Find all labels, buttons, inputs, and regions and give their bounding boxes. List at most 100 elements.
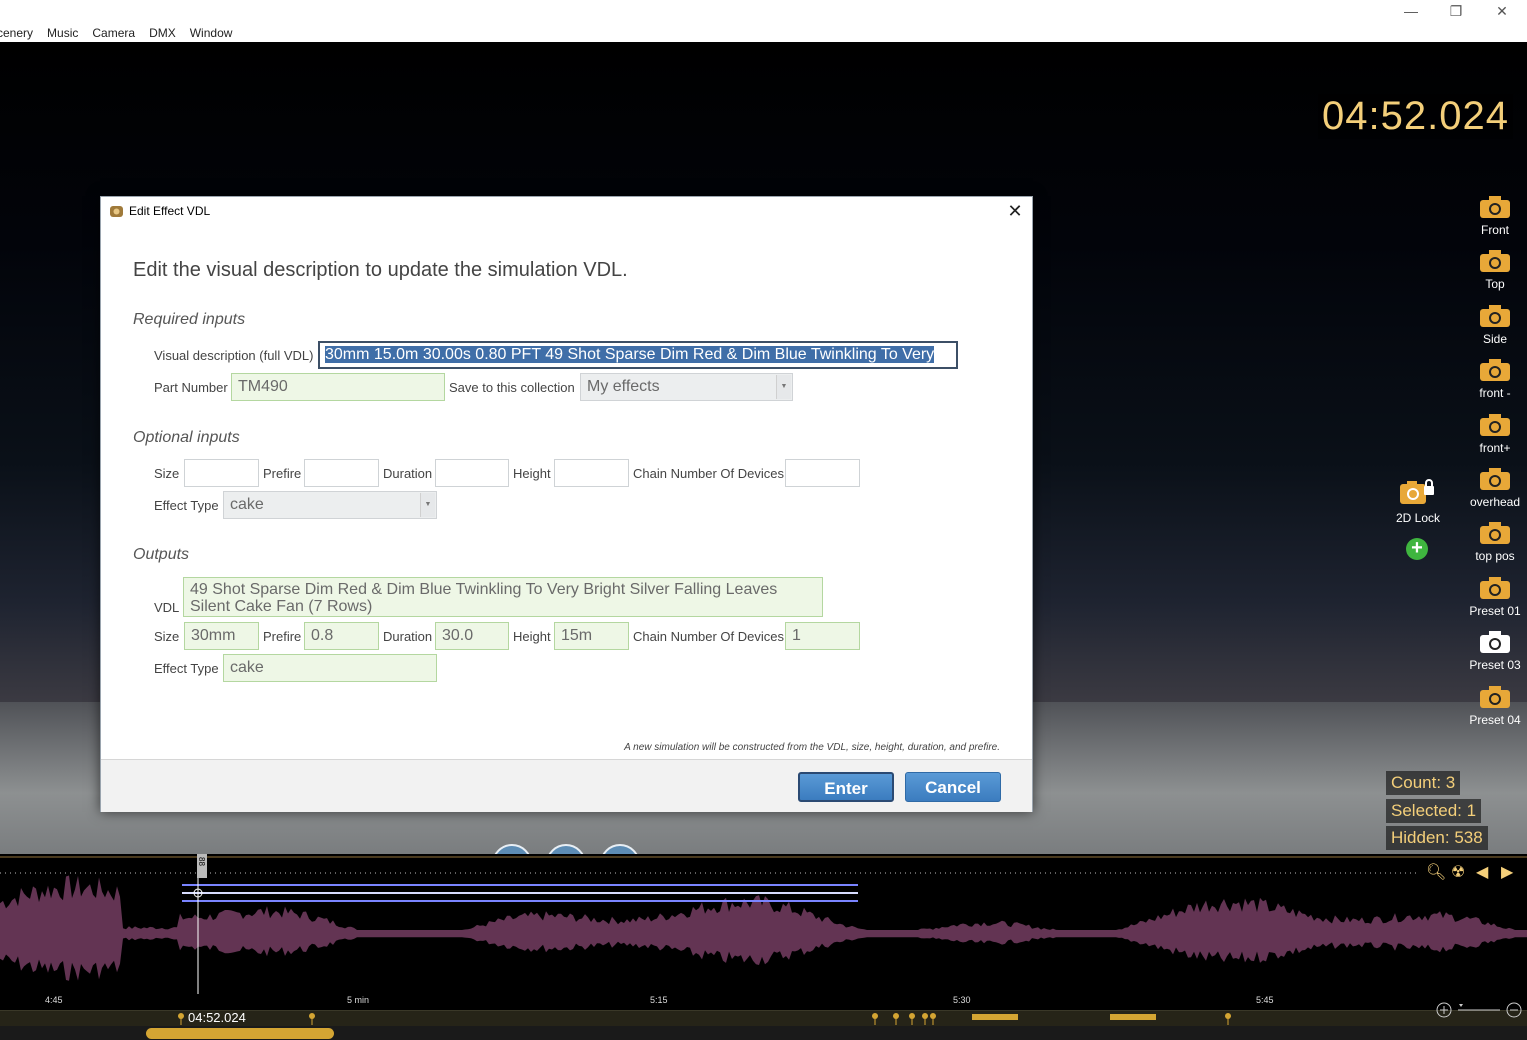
effect-type-label: Effect Type: [154, 661, 219, 676]
tick-label: 5:45: [1256, 995, 1274, 1005]
close-icon[interactable]: ✕: [1004, 201, 1026, 223]
cancel-button[interactable]: Cancel: [905, 772, 1001, 802]
menu-music[interactable]: Music: [40, 24, 85, 42]
height-label: Height: [513, 466, 551, 481]
2d-lock-label: 2D Lock: [1395, 511, 1441, 525]
camera-icon: [1480, 631, 1510, 654]
camera-preset-preset-03[interactable]: Preset 03: [1465, 629, 1525, 672]
menu-scenery[interactable]: cenery: [0, 24, 40, 42]
camera-preset-overhead[interactable]: overhead: [1465, 466, 1525, 509]
camera-preset-front[interactable]: front+: [1465, 412, 1525, 455]
menu-bar: cenery Music Camera DMX Window: [0, 24, 239, 42]
camera-icon: [1480, 522, 1510, 545]
zoom-icon[interactable]: 🔍︎: [1426, 862, 1446, 882]
chain-label: Chain Number Of Devices: [633, 629, 784, 644]
chevron-down-icon: ▼: [420, 493, 435, 517]
selected-readout: Selected: 1: [1386, 799, 1482, 823]
output-height-field[interactable]: 15m: [554, 622, 629, 650]
tick-label: 5:30: [953, 995, 971, 1005]
camera-preset-label: front+: [1479, 440, 1511, 455]
collection-select[interactable]: My effects ▼: [580, 373, 793, 401]
2d-lock-camera[interactable]: 2D Lock: [1390, 478, 1446, 525]
output-prefire-field[interactable]: 0.8: [304, 622, 379, 650]
output-duration-field[interactable]: 30.0: [435, 622, 509, 650]
prev-arrow-icon[interactable]: ◀: [1476, 862, 1488, 882]
output-chain-field[interactable]: 1: [785, 622, 860, 650]
menu-dmx[interactable]: DMX: [142, 24, 183, 42]
optional-size-input[interactable]: [184, 459, 259, 487]
output-effect-type-field[interactable]: cake: [223, 654, 437, 682]
camera-preset-label: Preset 04: [1469, 712, 1521, 727]
menu-camera[interactable]: Camera: [85, 24, 142, 42]
dialog-title: Edit Effect VDL: [129, 204, 211, 218]
chain-label: Chain Number Of Devices: [633, 466, 784, 481]
camera-preset-label: overhead: [1469, 495, 1521, 509]
minimize-button[interactable]: —: [1388, 0, 1434, 22]
camera-preset-side[interactable]: Side: [1465, 303, 1525, 346]
dialog-footer: Enter Cancel: [101, 759, 1032, 812]
optional-duration-input[interactable]: [435, 459, 509, 487]
effect-marker-label[interactable]: 88: [197, 857, 206, 866]
required-inputs-title: Required inputs: [133, 311, 246, 328]
vdl-label: VDL: [154, 600, 180, 615]
effect-type-value: cake: [230, 496, 264, 513]
size-label: Size: [154, 466, 180, 481]
camera-preset-label: top pos: [1475, 549, 1515, 564]
add-camera-button[interactable]: +: [1406, 538, 1428, 560]
scrollbar-thumb[interactable]: [146, 1028, 334, 1039]
size-label: Size: [154, 629, 180, 644]
app-icon: [110, 206, 123, 217]
camera-preset-top-pos[interactable]: top pos: [1465, 520, 1525, 563]
optional-height-input[interactable]: [554, 459, 629, 487]
camera-preset-label: front -: [1479, 386, 1511, 401]
part-number-input[interactable]: TM490: [231, 373, 445, 401]
prefire-label: Prefire: [263, 466, 302, 481]
camera-preset-preset-04[interactable]: Preset 04: [1465, 684, 1525, 727]
camera-icon: [1480, 576, 1510, 599]
count-readout: Count: 3: [1386, 771, 1461, 795]
camera-preset-label: Top: [1485, 277, 1505, 292]
tick-label: 5:15: [650, 995, 668, 1005]
edit-effect-vdl-dialog: Edit Effect VDL ✕ Edit the visual descri…: [100, 196, 1033, 812]
camera-lock-icon: [1400, 479, 1434, 504]
show-clock: 04:52.024: [1318, 94, 1513, 139]
duration-label: Duration: [383, 466, 433, 481]
visual-description-value: 30mm 15.0m 30.00s 0.80 PFT 49 Shot Spars…: [325, 346, 935, 363]
camera-icon: [1480, 359, 1510, 382]
optional-chain-input[interactable]: [785, 459, 860, 487]
footnote: A new simulation will be constructed fro…: [624, 742, 1000, 753]
dialog-titlebar[interactable]: Edit Effect VDL ✕: [101, 197, 1032, 227]
effect-type-select[interactable]: cake ▼: [223, 491, 437, 519]
camera-icon: [1480, 196, 1510, 218]
camera-preset-label: Preset 01: [1469, 603, 1521, 618]
dialog-heading: Edit the visual description to update th…: [133, 259, 628, 281]
chevron-down-icon: ▼: [776, 375, 791, 399]
camera-icon: [1480, 468, 1510, 490]
timeline-zoom-slider[interactable]: [1434, 1000, 1524, 1022]
camera-preset-front[interactable]: front -: [1465, 357, 1525, 400]
outputs-title: Outputs: [133, 546, 190, 563]
camera-icon: [1480, 685, 1510, 708]
camera-preset-label: Preset 03: [1469, 658, 1521, 673]
playhead-time: 04:52.024: [188, 1010, 246, 1025]
duration-label: Duration: [383, 629, 433, 644]
optional-prefire-input[interactable]: [304, 459, 379, 487]
height-label: Height: [513, 629, 551, 644]
enter-button[interactable]: Enter: [798, 772, 894, 802]
tick-label: 4:45: [45, 995, 63, 1005]
camera-preset-front[interactable]: Front: [1465, 194, 1525, 237]
output-vdl-field[interactable]: 49 Shot Sparse Dim Red & Dim Blue Twinkl…: [183, 577, 823, 617]
restore-button[interactable]: ❐: [1433, 0, 1479, 22]
prefire-label: Prefire: [263, 629, 302, 644]
output-size-field[interactable]: 30mm: [184, 622, 259, 650]
radiation-icon[interactable]: ☢: [1451, 862, 1465, 882]
hidden-readout: Hidden: 538: [1386, 826, 1488, 850]
camera-preset-preset-01[interactable]: Preset 01: [1465, 575, 1525, 618]
next-arrow-icon[interactable]: ▶: [1501, 862, 1513, 882]
camera-preset-top[interactable]: Top: [1465, 248, 1525, 291]
close-window-button[interactable]: ✕: [1479, 0, 1525, 22]
visual-description-input[interactable]: 30mm 15.0m 30.00s 0.80 PFT 49 Shot Spars…: [318, 341, 958, 369]
timeline-panel[interactable]: 88 🔍︎ ☢ ◀ ▶ 4:45 5 min 5:15 5:30 5:45 04…: [0, 854, 1527, 1040]
camera-preset-label: Front: [1480, 223, 1509, 237]
menu-window[interactable]: Window: [183, 24, 240, 42]
